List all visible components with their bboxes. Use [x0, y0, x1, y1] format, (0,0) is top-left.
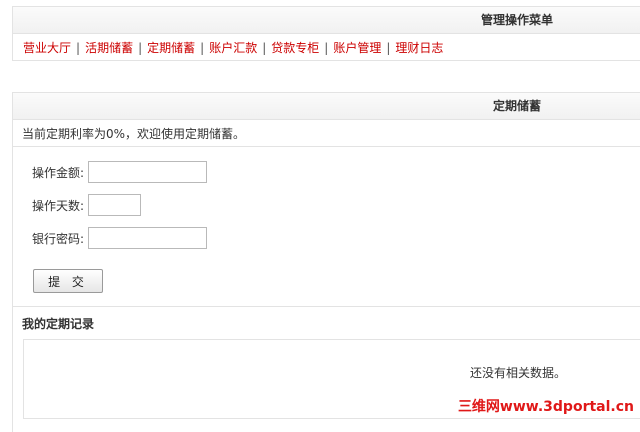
nav-item-current-savings[interactable]: 活期储蓄 [85, 41, 133, 55]
divider [13, 306, 640, 307]
nav-item-finance-log[interactable]: 理财日志 [395, 41, 443, 55]
amount-row: 操作金额: [32, 161, 207, 185]
nav-item-lobby[interactable]: 营业大厅 [23, 41, 71, 55]
menu-panel-title: 管理操作菜单 [481, 13, 554, 27]
days-row: 操作天数: [32, 194, 141, 218]
divider [13, 146, 640, 147]
nav-item-fixed-savings[interactable]: 定期储蓄 [147, 41, 195, 55]
menu-panel-header: 管理操作菜单 [13, 7, 640, 34]
nav-separator: | [386, 41, 391, 55]
amount-input[interactable] [88, 161, 207, 183]
deposit-panel-header: 定期储蓄 [13, 93, 640, 120]
password-label: 银行密码: [32, 232, 85, 246]
nav-separator: | [76, 41, 81, 55]
nav-separator: | [200, 41, 205, 55]
amount-label: 操作金额: [32, 166, 85, 180]
days-input[interactable] [88, 194, 141, 216]
nav-separator: | [262, 41, 267, 55]
nav-item-account-management[interactable]: 账户管理 [333, 41, 381, 55]
nav-menu: 营业大厅 | 活期储蓄 | 定期储蓄 | 账户汇款 | 贷款专柜 | 账户管理 | 理财日志 [23, 39, 443, 56]
watermark: 三维网www.3dportal.cn [457, 399, 634, 415]
fixed-deposit-panel: 定期储蓄 当前定期利率为0%，欢迎使用定期储蓄。 操作金额: 操作天数: 银行密… [12, 92, 640, 432]
records-title: 我的定期记录 [22, 317, 95, 331]
nav-separator: | [138, 41, 143, 55]
nav-item-loans[interactable]: 贷款专柜 [271, 41, 319, 55]
password-input[interactable] [88, 227, 207, 249]
days-label: 操作天数: [32, 199, 85, 213]
nav-item-remittance[interactable]: 账户汇款 [209, 41, 257, 55]
menu-panel: 管理操作菜单 营业大厅 | 活期储蓄 | 定期储蓄 | 账户汇款 | 贷款专柜 | 账户管理 | 理财日… [12, 6, 640, 61]
interest-rate-notice: 当前定期利率为0%，欢迎使用定期储蓄。 [22, 127, 246, 141]
deposit-panel-title: 定期储蓄 [493, 99, 542, 113]
empty-records-message: 还没有相关数据。 [470, 366, 567, 380]
nav-separator: | [324, 41, 329, 55]
password-row: 银行密码: [32, 227, 207, 251]
submit-button[interactable]: 提 交 [33, 269, 103, 293]
